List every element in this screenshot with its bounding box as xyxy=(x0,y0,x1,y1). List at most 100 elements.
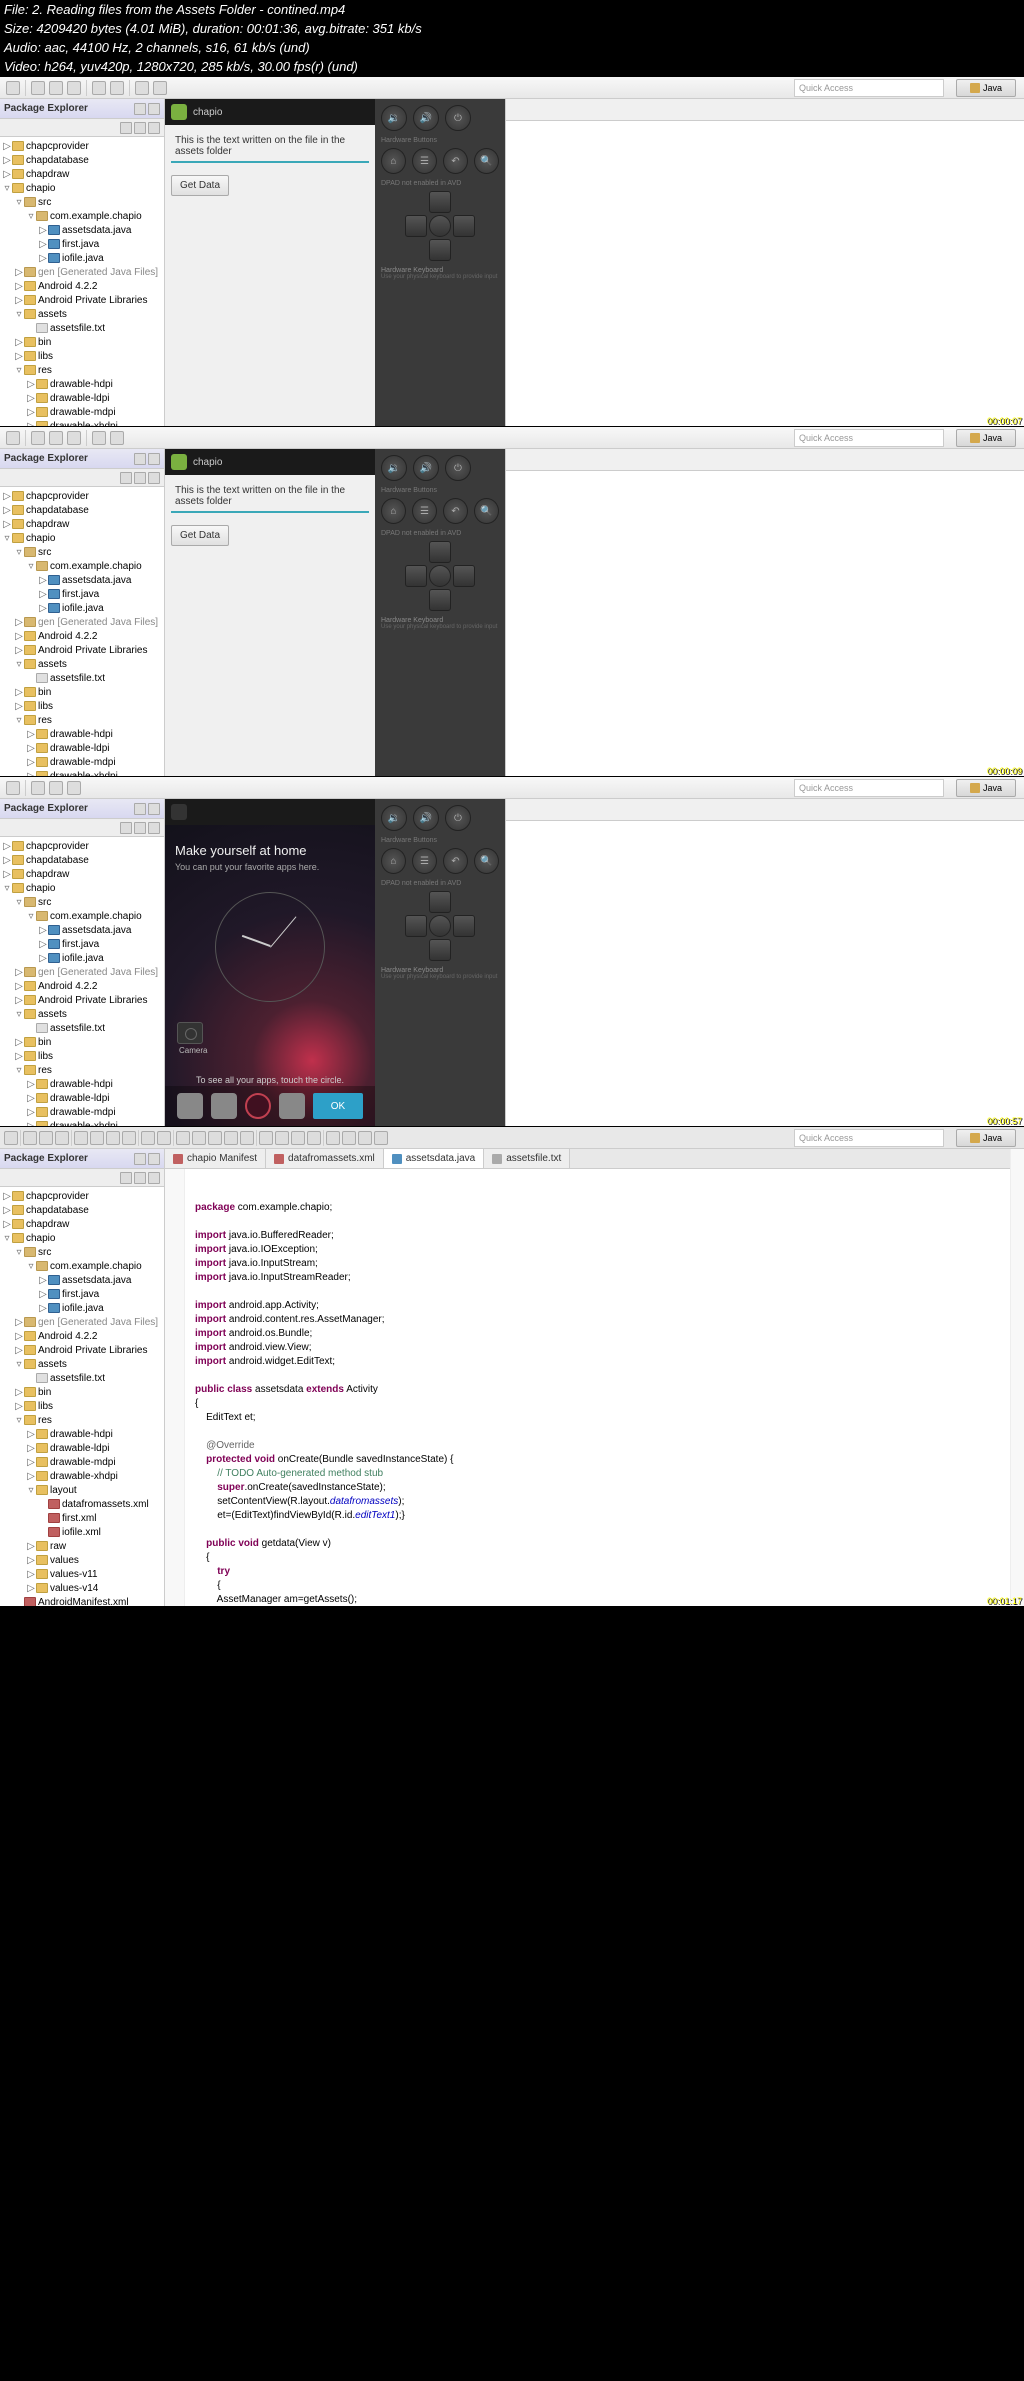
hw-buttons-label: Hardware Buttons xyxy=(381,487,499,494)
tab-assetsdata[interactable]: assetsdata.java xyxy=(384,1149,485,1168)
volume-down-button[interactable]: 🔉 xyxy=(381,105,407,131)
apps-hint: To see all your apps, touch the circle. xyxy=(165,1075,375,1085)
panel-btn[interactable] xyxy=(120,122,132,134)
editor-tabs: chapio Manifest datafromassets.xml asset… xyxy=(165,1149,1010,1169)
home-title: Make yourself at home xyxy=(175,843,365,858)
outline-ruler xyxy=(1010,1149,1024,1606)
hw-keyboard-sub: Use your physical keyboard to provide in… xyxy=(381,974,499,980)
panel-btn[interactable] xyxy=(134,122,146,134)
nav-bar: OK xyxy=(165,1086,375,1126)
frame-4: Quick Access Java Package Explorer ▷chap… xyxy=(0,1126,1024,1606)
power-button[interactable]: ⏻ xyxy=(445,105,471,131)
dpad-center xyxy=(429,565,451,587)
menu-button[interactable]: ☰ xyxy=(412,848,437,874)
java-perspective-button[interactable]: Java xyxy=(956,779,1016,797)
tab-datafromassets[interactable]: datafromassets.xml xyxy=(266,1149,384,1168)
quick-access-input[interactable]: Quick Access xyxy=(794,429,944,447)
dpad xyxy=(405,891,475,961)
toolbar-btn[interactable] xyxy=(49,81,63,95)
toolbar-btn[interactable] xyxy=(153,81,167,95)
package-explorer-panel: Package Explorer ▷chapcprovider ▷chapdat… xyxy=(0,99,165,426)
dpad-right xyxy=(453,215,475,237)
emulator-controls: 🔉 🔊 ⏻ Hardware Buttons ⌂ ☰ ↶ 🔍 DPAD not … xyxy=(375,99,505,426)
java-perspective-button[interactable]: Java xyxy=(956,429,1016,447)
camera-label: Camera xyxy=(179,1046,375,1055)
get-data-button[interactable]: Get Data xyxy=(171,525,229,546)
emulator-window: chapio This is the text written on the f… xyxy=(165,99,375,426)
quick-access-input[interactable]: Quick Access xyxy=(794,1129,944,1147)
emulator-screen[interactable]: This is the text written on the file in … xyxy=(165,125,375,426)
code-content[interactable]: package com.example.chapio; import java.… xyxy=(165,1169,1010,1606)
toolbar-btn[interactable] xyxy=(135,81,149,95)
frame-1: Quick Access Java Package Explorer ▷chap… xyxy=(0,76,1024,426)
project-tree[interactable]: ▷chapcprovider ▷chapdatabase ▷chapdraw ▿… xyxy=(0,137,164,426)
back-button[interactable]: ↶ xyxy=(443,848,468,874)
toolbar-btn[interactable] xyxy=(6,81,20,95)
timestamp: 00:00:07 xyxy=(987,416,1022,426)
dpad-label: DPAD not enabled in AVD xyxy=(381,880,499,887)
home-button[interactable]: ⌂ xyxy=(381,498,406,524)
nav-contacts-icon[interactable] xyxy=(211,1093,237,1119)
search-button[interactable]: 🔍 xyxy=(474,148,499,174)
dpad xyxy=(405,191,475,261)
dpad-left xyxy=(405,565,427,587)
file-info-file: File: 2. Reading files from the Assets F… xyxy=(0,0,1024,19)
editor-blank-area xyxy=(505,99,1024,426)
eclipse-toolbar-full: Quick Access Java xyxy=(0,1127,1024,1149)
nav-messaging-icon[interactable] xyxy=(279,1093,305,1119)
dpad-up xyxy=(429,541,451,563)
tab-manifest[interactable]: chapio Manifest xyxy=(165,1149,266,1168)
search-button[interactable]: 🔍 xyxy=(474,848,499,874)
back-button[interactable]: ↶ xyxy=(443,498,468,524)
eclipse-toolbar: Quick Access Java xyxy=(0,77,1024,99)
toolbar-btn[interactable] xyxy=(110,81,124,95)
hw-keyboard-sub: Use your physical keyboard to provide in… xyxy=(381,274,499,280)
hw-buttons-label: Hardware Buttons xyxy=(381,137,499,144)
back-button[interactable]: ↶ xyxy=(443,148,468,174)
quick-access-input[interactable]: Quick Access xyxy=(794,779,944,797)
nav-phone-icon[interactable] xyxy=(177,1093,203,1119)
output-text[interactable]: This is the text written on the file in … xyxy=(171,131,369,163)
panel-icon[interactable] xyxy=(148,103,160,115)
menu-button[interactable]: ☰ xyxy=(412,148,437,174)
nav-apps-button[interactable] xyxy=(245,1093,271,1119)
dpad-up xyxy=(429,891,451,913)
file-info-video: Video: h264, yuv420p, 1280x720, 285 kb/s… xyxy=(0,57,1024,76)
panel-icon[interactable] xyxy=(134,103,146,115)
volume-down-button[interactable]: 🔉 xyxy=(381,805,407,831)
power-button[interactable]: ⏻ xyxy=(445,805,471,831)
home-button[interactable]: ⌂ xyxy=(381,148,406,174)
tab-assetsfile[interactable]: assetsfile.txt xyxy=(484,1149,570,1168)
quick-access-input[interactable]: Quick Access xyxy=(794,79,944,97)
power-button[interactable]: ⏻ xyxy=(445,455,471,481)
hw-keyboard-label: Hardware Keyboard xyxy=(381,617,499,624)
menu-button[interactable]: ☰ xyxy=(412,498,437,524)
toolbar-btn[interactable] xyxy=(67,81,81,95)
panel-btn[interactable] xyxy=(148,122,160,134)
get-data-button[interactable]: Get Data xyxy=(171,175,229,196)
frame-2: Quick Access Java Package Explorer ▷chap… xyxy=(0,426,1024,776)
toolbar-btn[interactable] xyxy=(31,81,45,95)
java-perspective-button[interactable]: Java xyxy=(956,79,1016,97)
hw-keyboard-label: Hardware Keyboard xyxy=(381,267,499,274)
hw-buttons-label: Hardware Buttons xyxy=(381,837,499,844)
output-text[interactable]: This is the text written on the file in … xyxy=(171,481,369,513)
clock-widget[interactable] xyxy=(215,892,325,1002)
dpad-right xyxy=(453,565,475,587)
dpad xyxy=(405,541,475,611)
emulator-home-screen[interactable]: Make yourself at home You can put your f… xyxy=(165,799,375,1126)
code-editor: chapio Manifest datafromassets.xml asset… xyxy=(165,1149,1010,1606)
java-perspective-button[interactable]: Java xyxy=(956,1129,1016,1147)
dpad-down xyxy=(429,939,451,961)
volume-up-button[interactable]: 🔊 xyxy=(413,455,439,481)
toolbar-btn[interactable] xyxy=(92,81,106,95)
search-button[interactable]: 🔍 xyxy=(474,498,499,524)
camera-icon[interactable] xyxy=(177,1022,203,1044)
home-button[interactable]: ⌂ xyxy=(381,848,406,874)
ok-button[interactable]: OK xyxy=(313,1093,363,1119)
volume-up-button[interactable]: 🔊 xyxy=(413,105,439,131)
dpad-left xyxy=(405,915,427,937)
volume-down-button[interactable]: 🔉 xyxy=(381,455,407,481)
volume-up-button[interactable]: 🔊 xyxy=(413,805,439,831)
file-info-size: Size: 4209420 bytes (4.01 MiB), duration… xyxy=(0,19,1024,38)
